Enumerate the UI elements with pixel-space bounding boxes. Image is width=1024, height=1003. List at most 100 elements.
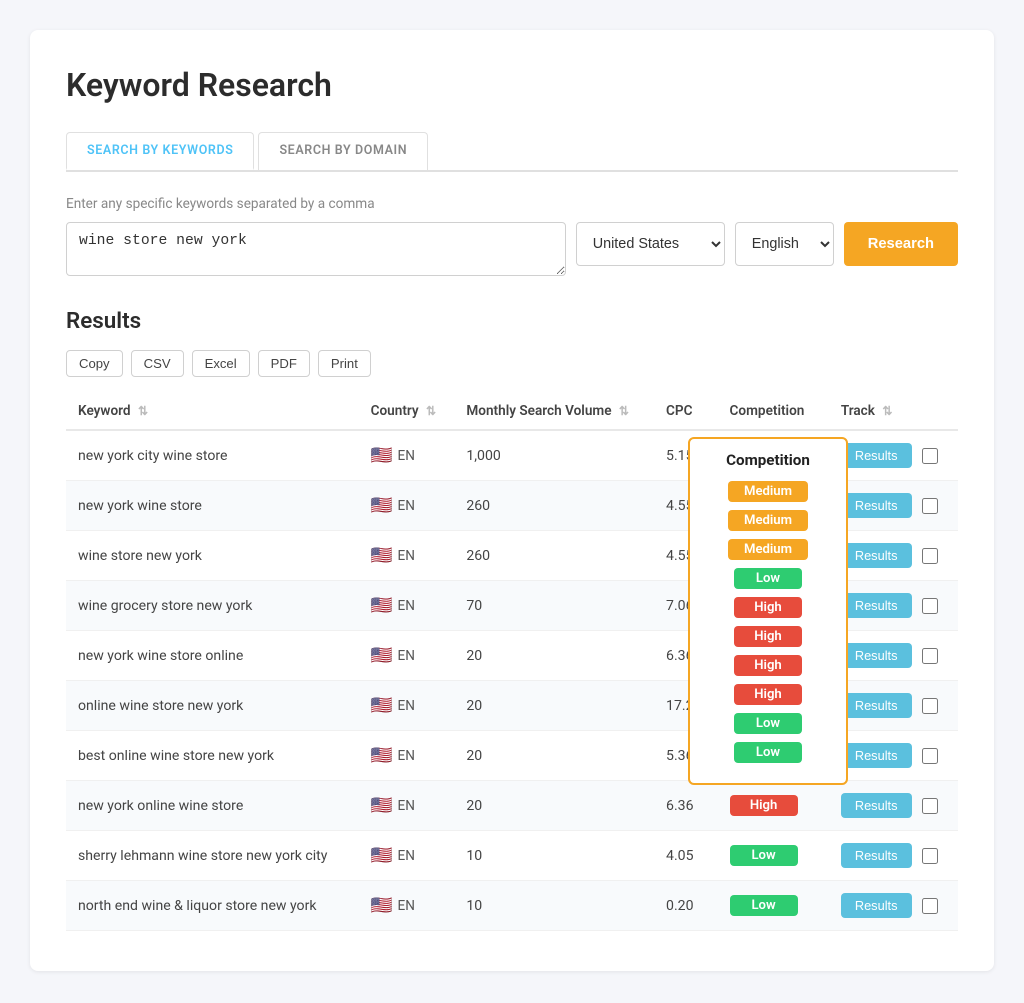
results-button[interactable]: Results — [841, 643, 912, 668]
results-button[interactable]: Results — [841, 443, 912, 468]
lang-label: EN — [398, 648, 415, 664]
search-row: wine store new york United States United… — [66, 222, 958, 276]
results-button[interactable]: Results — [841, 743, 912, 768]
cell-msv: 20 — [454, 781, 654, 831]
cell-msv: 10 — [454, 881, 654, 931]
track-checkbox[interactable] — [922, 598, 938, 614]
track-checkbox[interactable] — [922, 448, 938, 464]
overlay-badge-row: High — [706, 626, 830, 647]
results-button[interactable]: Results — [841, 493, 912, 518]
page-title: Keyword Research — [66, 66, 958, 104]
overlay-competition-badge: Low — [734, 742, 802, 763]
overlay-badge-row: Low — [706, 568, 830, 589]
overlay-competition-badge: High — [734, 597, 802, 618]
track-checkbox[interactable] — [922, 648, 938, 664]
cell-track: Results — [829, 531, 958, 581]
cell-country: 🇺🇸 EN — [359, 481, 455, 531]
results-button[interactable]: Results — [841, 593, 912, 618]
table-row: north end wine & liquor store new york 🇺… — [66, 881, 958, 931]
overlay-competition-badge: High — [734, 655, 802, 676]
track-checkbox[interactable] — [922, 848, 938, 864]
lang-label: EN — [398, 598, 415, 614]
export-pdf-button[interactable]: PDF — [258, 350, 310, 377]
lang-label: EN — [398, 898, 415, 914]
sort-track-icon[interactable]: ⇅ — [882, 404, 892, 418]
cell-keyword: best online wine store new york — [66, 731, 359, 781]
cell-track: Results — [829, 631, 958, 681]
research-button[interactable]: Research — [844, 222, 958, 266]
cell-msv: 1,000 — [454, 430, 654, 481]
overlay-badge-row: Medium — [706, 481, 830, 502]
track-checkbox[interactable] — [922, 748, 938, 764]
track-checkbox[interactable] — [922, 698, 938, 714]
cell-competition: Low — [718, 831, 829, 881]
country-select[interactable]: United States United Kingdom Canada Aust… — [576, 222, 725, 266]
lang-label: EN — [398, 698, 415, 714]
results-button[interactable]: Results — [841, 893, 912, 918]
cell-cpc: 6.36 — [654, 781, 718, 831]
cell-country: 🇺🇸 EN — [359, 430, 455, 481]
flag-icon: 🇺🇸 — [371, 746, 393, 766]
track-checkbox[interactable] — [922, 898, 938, 914]
cell-keyword: north end wine & liquor store new york — [66, 881, 359, 931]
tab-search-by-domain[interactable]: SEARCH BY DOMAIN — [258, 132, 428, 170]
cell-keyword: new york city wine store — [66, 430, 359, 481]
cell-track: Results — [829, 430, 958, 481]
competition-overlay-title: Competition — [706, 451, 830, 469]
cell-country: 🇺🇸 EN — [359, 531, 455, 581]
lang-label: EN — [398, 548, 415, 564]
track-checkbox[interactable] — [922, 548, 938, 564]
overlay-competition-badge: High — [734, 684, 802, 705]
overlay-badge-row: High — [706, 597, 830, 618]
overlay-badge-row: High — [706, 655, 830, 676]
sort-country-icon[interactable]: ⇅ — [426, 404, 436, 418]
lang-label: EN — [398, 798, 415, 814]
search-label: Enter any specific keywords separated by… — [66, 196, 958, 212]
keyword-input[interactable]: wine store new york — [66, 222, 566, 276]
lang-label: EN — [398, 748, 415, 764]
results-button[interactable]: Results — [841, 543, 912, 568]
main-card: Keyword Research SEARCH BY KEYWORDS SEAR… — [30, 30, 994, 971]
table-row: sherry lehmann wine store new york city … — [66, 831, 958, 881]
track-checkbox[interactable] — [922, 798, 938, 814]
flag-icon: 🇺🇸 — [371, 646, 393, 666]
cell-keyword: new york wine store online — [66, 631, 359, 681]
results-title: Results — [66, 308, 958, 334]
results-button[interactable]: Results — [841, 693, 912, 718]
export-print-button[interactable]: Print — [318, 350, 371, 377]
col-track: Track ⇅ — [829, 393, 958, 430]
overlay-badge-row: Low — [706, 742, 830, 763]
competition-badge: Low — [730, 845, 798, 866]
cell-msv: 20 — [454, 681, 654, 731]
overlay-badge-row: Medium — [706, 510, 830, 531]
track-checkbox[interactable] — [922, 498, 938, 514]
lang-label: EN — [398, 448, 415, 464]
cell-country: 🇺🇸 EN — [359, 881, 455, 931]
cell-cpc: 4.05 — [654, 831, 718, 881]
flag-icon: 🇺🇸 — [371, 546, 393, 566]
export-copy-button[interactable]: Copy — [66, 350, 123, 377]
results-button[interactable]: Results — [841, 793, 912, 818]
overlay-competition-badge: Medium — [728, 539, 808, 560]
cell-msv: 10 — [454, 831, 654, 881]
flag-icon: 🇺🇸 — [371, 446, 393, 466]
results-table-wrapper: Keyword ⇅ Country ⇅ Monthly Search Volum… — [66, 393, 958, 931]
results-button[interactable]: Results — [841, 843, 912, 868]
sort-keyword-icon[interactable]: ⇅ — [138, 404, 148, 418]
export-csv-button[interactable]: CSV — [131, 350, 184, 377]
table-header-row: Keyword ⇅ Country ⇅ Monthly Search Volum… — [66, 393, 958, 430]
cell-country: 🇺🇸 EN — [359, 831, 455, 881]
cell-competition: Low — [718, 881, 829, 931]
sort-msv-icon[interactable]: ⇅ — [619, 404, 629, 418]
competition-badge: Low — [730, 895, 798, 916]
tab-search-by-keywords[interactable]: SEARCH BY KEYWORDS — [66, 132, 254, 170]
cell-msv: 20 — [454, 631, 654, 681]
cell-keyword: new york online wine store — [66, 781, 359, 831]
cell-country: 🇺🇸 EN — [359, 681, 455, 731]
cell-track: Results — [829, 881, 958, 931]
language-select[interactable]: English Spanish French — [735, 222, 834, 266]
overlay-badges-container: Medium Medium Medium Low High High High High Low… — [706, 481, 830, 763]
overlay-competition-badge: Medium — [728, 510, 808, 531]
export-excel-button[interactable]: Excel — [192, 350, 250, 377]
overlay-competition-badge: High — [734, 626, 802, 647]
